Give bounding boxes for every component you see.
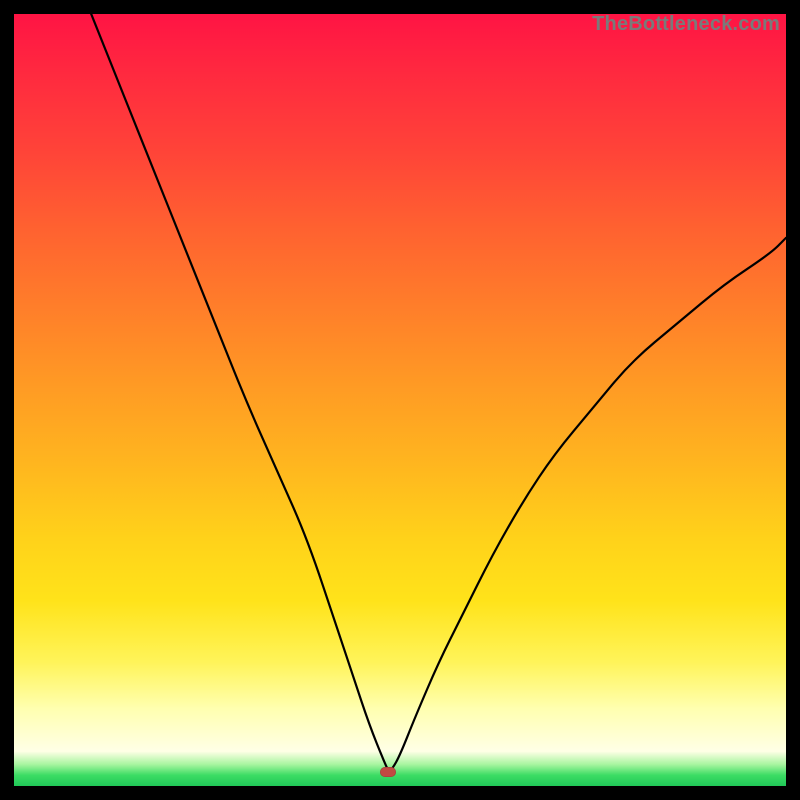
chart-stage: TheBottleneck.com <box>0 0 800 800</box>
plot-area: TheBottleneck.com <box>14 14 786 786</box>
bottleneck-curve <box>14 14 786 786</box>
watermark-text: TheBottleneck.com <box>592 13 780 36</box>
optimum-marker <box>380 767 396 777</box>
